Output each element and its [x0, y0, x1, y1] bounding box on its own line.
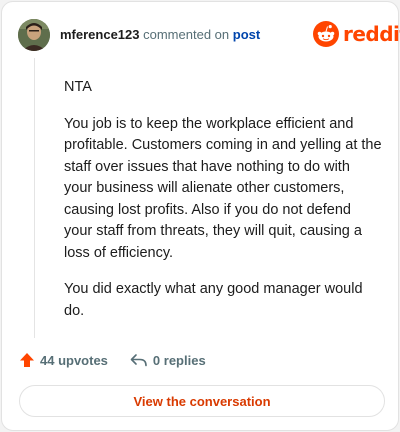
upvote-button[interactable]: 44 upvotes [19, 352, 108, 368]
thread-line [34, 58, 35, 338]
comment-paragraph: You job is to keep the workplace efficie… [64, 115, 382, 261]
post-link[interactable]: post [233, 27, 260, 42]
comment-header: mference123 commented on post [60, 27, 260, 43]
comment-paragraph: You did exactly what any good manager wo… [64, 281, 363, 319]
action-text: commented on [143, 27, 230, 42]
upvote-arrow-icon [20, 353, 34, 367]
username[interactable]: mference123 [60, 27, 140, 42]
comment-paragraph: NTA [64, 79, 92, 95]
reply-arrow-icon [130, 354, 147, 367]
avatar[interactable] [18, 19, 50, 51]
avatar-image [18, 19, 50, 51]
reddit-wordmark: reddit [343, 22, 400, 46]
upvote-count: 44 upvotes [40, 352, 108, 368]
comment-body: NTA You job is to keep the workplace eff… [64, 77, 382, 337]
view-conversation-button[interactable]: View the conversation [19, 385, 385, 417]
reply-button[interactable]: 0 replies [130, 352, 206, 368]
reddit-logo[interactable]: reddit [313, 20, 400, 48]
reply-count: 0 replies [152, 352, 206, 368]
comment-footer: 44 upvotes 0 replies [19, 350, 206, 370]
comment-card: mference123 commented on post reddit NTA… [1, 1, 400, 431]
reddit-snoo-icon [313, 21, 339, 47]
